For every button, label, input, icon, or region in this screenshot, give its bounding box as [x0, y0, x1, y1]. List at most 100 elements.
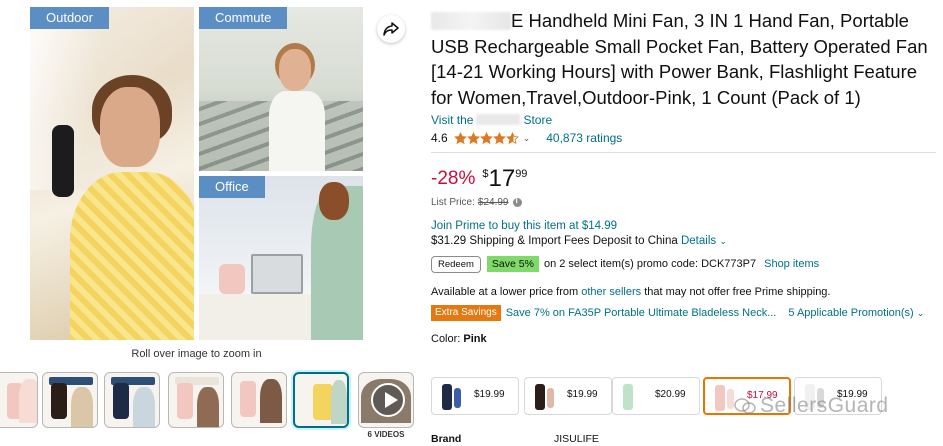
- swatch-3[interactable]: $20.99: [612, 377, 700, 415]
- star-icon: [505, 131, 519, 144]
- person-dress-graphic: [70, 172, 194, 340]
- person-head-graphic: [279, 49, 311, 91]
- zoom-hint: Roll over image to zoom in: [131, 348, 262, 360]
- product-graphic: [260, 379, 282, 423]
- color-label-text: Color:: [431, 333, 461, 345]
- store-suffix: Store: [523, 113, 553, 127]
- person-graphic: [331, 380, 347, 424]
- chevron-down-icon: ⌄: [719, 236, 727, 246]
- image-commute[interactable]: Commute: [199, 7, 363, 171]
- person-graphic: [313, 384, 333, 420]
- tag-office: Office: [199, 176, 265, 198]
- watermark-text: SellersGuard: [760, 394, 889, 417]
- blurred-store-name: [476, 114, 521, 125]
- swatch-2[interactable]: $19.99: [524, 377, 612, 415]
- product-graphic: [623, 384, 633, 410]
- product-graphic: [727, 389, 734, 409]
- rating-value: 4.6: [431, 131, 448, 145]
- product-graphic: [635, 388, 642, 408]
- avail-suffix: that may not offer free Prime shipping.: [644, 286, 831, 298]
- other-sellers-link[interactable]: other sellers: [581, 286, 641, 298]
- swatch-price: $20.99: [655, 389, 686, 400]
- applicable-promotions-link[interactable]: 5 Applicable Promotion(s) ⌄: [788, 307, 924, 319]
- price-row: -28% $ 17 99: [431, 166, 939, 192]
- availability-note: Available at a lower price from other se…: [431, 286, 939, 298]
- extra-savings-link[interactable]: Save 7% on FA35P Portable Ultimate Blade…: [506, 307, 777, 319]
- color-label: Color: Pink: [431, 333, 939, 345]
- brand-value: JISULIFE: [554, 433, 599, 445]
- shipping-info: $31.29 Shipping & Import Fees Deposit to…: [431, 235, 939, 247]
- main-image-gallery[interactable]: Outdoor Commute Office: [30, 7, 363, 340]
- chat-bubble-icon: [734, 398, 756, 414]
- shop-items-link[interactable]: Shop items: [764, 258, 819, 270]
- store-link[interactable]: Visit the Store: [431, 113, 939, 127]
- handheld-fan-graphic: [52, 125, 74, 197]
- thumbnail-1[interactable]: [0, 372, 38, 428]
- details-label: Details: [680, 235, 717, 247]
- swatch-price: $19.99: [474, 389, 505, 400]
- list-price: List Price: $24.99: [431, 196, 939, 208]
- thumbnail-5[interactable]: [231, 372, 287, 428]
- extra-savings-badge: Extra Savings: [431, 305, 501, 321]
- brand-row: Brand JISULIFE: [431, 433, 599, 445]
- swatch-price: $19.99: [567, 389, 598, 400]
- star-rating[interactable]: [453, 131, 519, 145]
- person-shirt-graphic: [269, 91, 325, 171]
- list-price-value: $24.99: [477, 197, 509, 208]
- thumbnail-video[interactable]: [358, 372, 414, 428]
- product-title: E Handheld Mini Fan, 3 IN 1 Hand Fan, Po…: [431, 8, 939, 110]
- brand-label: Brand: [431, 433, 462, 445]
- swatch-1[interactable]: $19.99: [431, 377, 519, 415]
- product-graphic: [19, 379, 37, 423]
- star-icon: [492, 131, 506, 144]
- play-icon[interactable]: [371, 383, 405, 417]
- extra-savings-row: Extra Savings Save 7% on FA35P Portable …: [431, 305, 939, 321]
- blurred-brand: [431, 12, 511, 30]
- applicable-label: 5 Applicable Promotion(s): [788, 307, 914, 319]
- thumbnail-6-selected[interactable]: [293, 372, 349, 428]
- product-graphic: [442, 384, 452, 410]
- image-office[interactable]: Office: [199, 176, 363, 340]
- price-fraction: 99: [515, 168, 528, 180]
- person-graphic: [71, 387, 93, 427]
- product-info-column: E Handheld Mini Fan, 3 IN 1 Hand Fan, Po…: [431, 8, 939, 345]
- product-graphic: [715, 385, 725, 411]
- thumbnail-3[interactable]: [104, 372, 160, 428]
- thumbnail-4[interactable]: [168, 372, 224, 428]
- ratings-count-link[interactable]: 40,873 ratings: [546, 131, 622, 145]
- product-graphic: [454, 388, 461, 408]
- store-prefix: Visit the: [431, 113, 474, 127]
- chevron-down-icon: ⌄: [916, 308, 925, 318]
- tag-commute: Commute: [199, 7, 288, 29]
- star-icon: [453, 131, 467, 144]
- desk-fan-graphic: [219, 264, 245, 294]
- avail-prefix: Available at a lower price from: [431, 286, 579, 298]
- watermark: SellersGuard: [734, 394, 889, 418]
- redeem-button[interactable]: Redeem: [431, 255, 481, 273]
- shipping-details-link[interactable]: Details ⌄: [681, 235, 727, 247]
- star-icon: [479, 131, 493, 144]
- divider: [431, 152, 936, 153]
- discount-percentage: -28%: [431, 168, 476, 189]
- product-graphic: [547, 388, 554, 408]
- thumbnail-2[interactable]: [42, 372, 98, 428]
- share-button[interactable]: [377, 15, 405, 43]
- list-price-label: List Price:: [431, 197, 475, 208]
- product-graphic: [535, 384, 545, 410]
- videos-count-label: 6 VIDEOS: [367, 430, 405, 439]
- product-graphic: [177, 383, 193, 419]
- product-graphic: [197, 387, 219, 427]
- image-outdoor[interactable]: Outdoor: [30, 7, 194, 340]
- rating-row: 4.6 ⌄ 40,873 ratings: [431, 130, 939, 146]
- share-icon: [383, 22, 399, 36]
- thumbnail-strip: 6 VIDEOS: [0, 372, 420, 446]
- product-graphic: [240, 381, 256, 417]
- join-prime-link[interactable]: Join Prime to buy this item at $14.99: [431, 220, 939, 232]
- person-graphic: [133, 387, 155, 427]
- chevron-down-icon[interactable]: ⌄: [523, 133, 531, 144]
- tag-outdoor: Outdoor: [30, 7, 109, 29]
- laptop-graphic: [251, 254, 303, 294]
- info-icon[interactable]: [512, 196, 522, 207]
- person-head-graphic: [319, 182, 349, 220]
- save-badge: Save 5%: [486, 256, 539, 272]
